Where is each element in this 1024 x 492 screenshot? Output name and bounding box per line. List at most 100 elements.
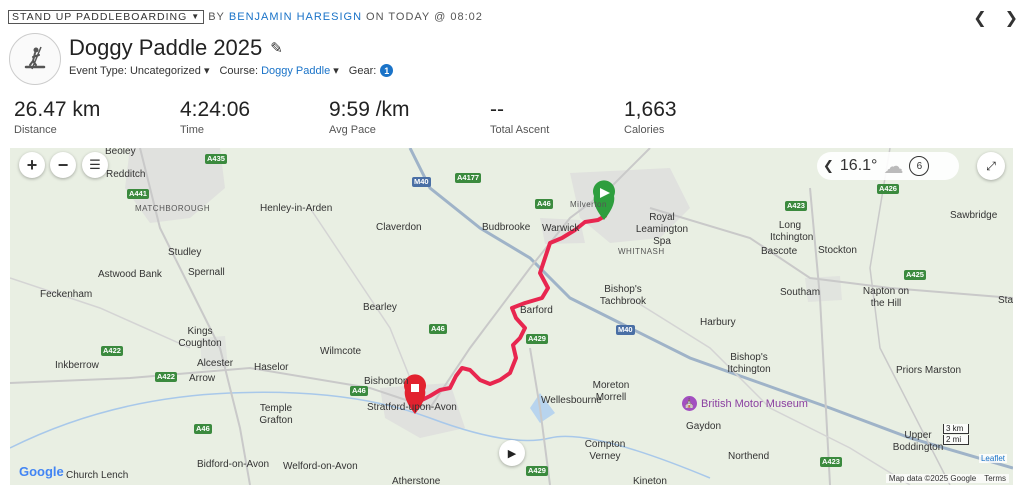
place-label: Gaydon xyxy=(686,421,722,432)
activity-meta: Event Type: Uncategorized ▾ Course: Dogg… xyxy=(69,64,394,77)
road-label: A46 xyxy=(194,424,212,434)
layers-button[interactable]: ☰ xyxy=(82,152,108,178)
fullscreen-icon: ⤢ xyxy=(986,158,996,173)
place-label: Moreton Morrell xyxy=(592,380,630,403)
road-label: A426 xyxy=(877,184,899,194)
poi-british-motor-museum[interactable]: ⛪ British Motor Museum xyxy=(682,396,808,411)
layers-icon: ☰ xyxy=(89,157,101,172)
road-label: A425 xyxy=(904,270,926,280)
course-dropdown[interactable]: Course: Doggy Paddle ▾ xyxy=(219,64,338,77)
place-label: Arrow xyxy=(189,373,216,384)
road-label: M40 xyxy=(616,325,635,335)
zoom-out-button[interactable]: − xyxy=(50,152,76,178)
previous-activity-icon[interactable]: ❮ xyxy=(973,8,986,28)
zoom-in-button[interactable]: + xyxy=(19,152,45,178)
road-label: M40 xyxy=(412,177,431,187)
map-base-layer xyxy=(10,148,1013,485)
road-label: A422 xyxy=(155,372,177,382)
route-map[interactable]: Beoley Redditch MATCHBOROUGH Studley Spe… xyxy=(10,148,1013,485)
place-label: Feckenham xyxy=(40,289,93,300)
leaflet-link[interactable]: Leaflet xyxy=(978,454,1007,463)
course-link[interactable]: Doggy Paddle xyxy=(261,65,330,77)
place-label: Long Itchington xyxy=(770,220,814,243)
place-label: Harbury xyxy=(700,317,736,328)
place-label: Church Lench xyxy=(66,470,129,481)
place-label: Stratford-upon-Avon xyxy=(367,402,457,413)
road-label: A429 xyxy=(526,466,548,476)
place-label: Sta xyxy=(998,295,1013,306)
weather-widget[interactable]: ❮ 16.1° ☁ 6 xyxy=(817,152,959,180)
by-text: BY xyxy=(208,11,225,23)
place-label: Sawbridge xyxy=(950,210,998,221)
route-line xyxy=(414,214,607,408)
activity-date: ON TODAY @ 08:02 xyxy=(366,11,483,23)
place-label: Upper Boddington xyxy=(892,430,944,453)
sport-type-select[interactable]: STAND UP PADDLEBOARDING ▼ xyxy=(8,10,205,24)
place-label: Bishopton xyxy=(364,376,409,387)
place-label: Budbrooke xyxy=(482,222,531,233)
place-label: Bascote xyxy=(761,246,798,257)
place-label: Redditch xyxy=(106,169,146,180)
road-label: A435 xyxy=(205,154,227,164)
edit-title-pencil-icon[interactable]: ✎ xyxy=(270,39,283,57)
stat-avg-pace: 9:59 /km Avg Pace xyxy=(329,98,410,136)
place-label: Claverdon xyxy=(376,222,422,233)
google-logo: Google xyxy=(19,464,64,479)
place-label: Beoley xyxy=(105,148,136,157)
gear-count-badge[interactable]: 1 xyxy=(380,64,394,77)
place-label: Henley-in-Arden xyxy=(260,203,333,214)
road-label: A423 xyxy=(820,457,842,467)
place-label: Alcester xyxy=(197,358,234,369)
place-label: Compton Verney xyxy=(584,439,626,462)
place-label: Milverton xyxy=(570,200,607,209)
place-label: Inkberrow xyxy=(55,360,99,371)
temperature: 16.1° xyxy=(839,157,878,174)
map-attribution: Map data ©2025 Google Terms xyxy=(885,474,1009,483)
place-label: Astwood Bank xyxy=(98,269,162,280)
place-label: Welford-on-Avon xyxy=(283,461,358,472)
place-label: Spernall xyxy=(188,267,225,278)
place-label: MATCHBOROUGH xyxy=(135,204,211,213)
terms-link[interactable]: Terms xyxy=(984,474,1006,483)
event-type-dropdown[interactable]: Event Type: Uncategorized ▾ xyxy=(69,64,209,77)
place-label: Bearley xyxy=(363,302,397,313)
wind-indicator-icon: 6 xyxy=(909,156,930,176)
play-route-button[interactable]: ▶ xyxy=(499,440,525,466)
road-label: A46 xyxy=(535,199,553,209)
place-label: Southam xyxy=(780,287,821,298)
place-label: WHITNASH xyxy=(618,247,665,256)
gear-field[interactable]: Gear: 1 xyxy=(349,64,394,77)
place-label: Napton on the Hill xyxy=(862,286,910,309)
road-label: A423 xyxy=(785,201,807,211)
place-label: Barford xyxy=(520,305,553,316)
map-scale: 3 km 2 mi xyxy=(943,424,969,446)
caret-down-icon: ▾ xyxy=(333,65,339,77)
author-link[interactable]: BENJAMIN HARESIGN xyxy=(229,11,362,23)
activity-header-bar: STAND UP PADDLEBOARDING ▼ BY BENJAMIN HA… xyxy=(8,9,483,25)
play-icon: ▶ xyxy=(507,447,517,460)
road-label: A46 xyxy=(429,324,447,334)
caret-down-icon: ▾ xyxy=(203,65,210,77)
cloud-icon: ☁ xyxy=(883,155,904,178)
place-label: Priors Marston xyxy=(896,365,962,376)
stat-distance: 26.47 km Distance xyxy=(14,98,101,136)
sport-type-value: STAND UP PADDLEBOARDING xyxy=(12,11,188,23)
paddleboard-activity-icon xyxy=(9,33,61,85)
stat-time: 4:24:06 Time xyxy=(180,98,251,136)
road-label: A422 xyxy=(101,346,123,356)
road-label: A429 xyxy=(526,334,548,344)
chevron-left-icon[interactable]: ❮ xyxy=(823,158,834,174)
place-label: Bishop's Tachbrook xyxy=(599,284,647,307)
place-label: Stockton xyxy=(818,245,857,256)
next-activity-icon[interactable]: ❯ xyxy=(1005,8,1018,28)
place-label: Haselor xyxy=(254,362,289,373)
fullscreen-button[interactable]: ⤢ xyxy=(977,152,1005,180)
place-label: Kings Coughton xyxy=(178,326,222,349)
activity-title: Doggy Paddle 2025 xyxy=(69,35,263,60)
place-label: Atherstone xyxy=(392,476,441,485)
stat-total-ascent: -- Total Ascent xyxy=(490,98,550,136)
road-label: A441 xyxy=(127,189,149,199)
place-label: Bishop's Itchington xyxy=(727,352,771,375)
place-label: Royal Leamington Spa xyxy=(635,212,689,247)
activity-stats: 26.47 km Distance 4:24:06 Time 9:59 /km … xyxy=(14,98,714,138)
